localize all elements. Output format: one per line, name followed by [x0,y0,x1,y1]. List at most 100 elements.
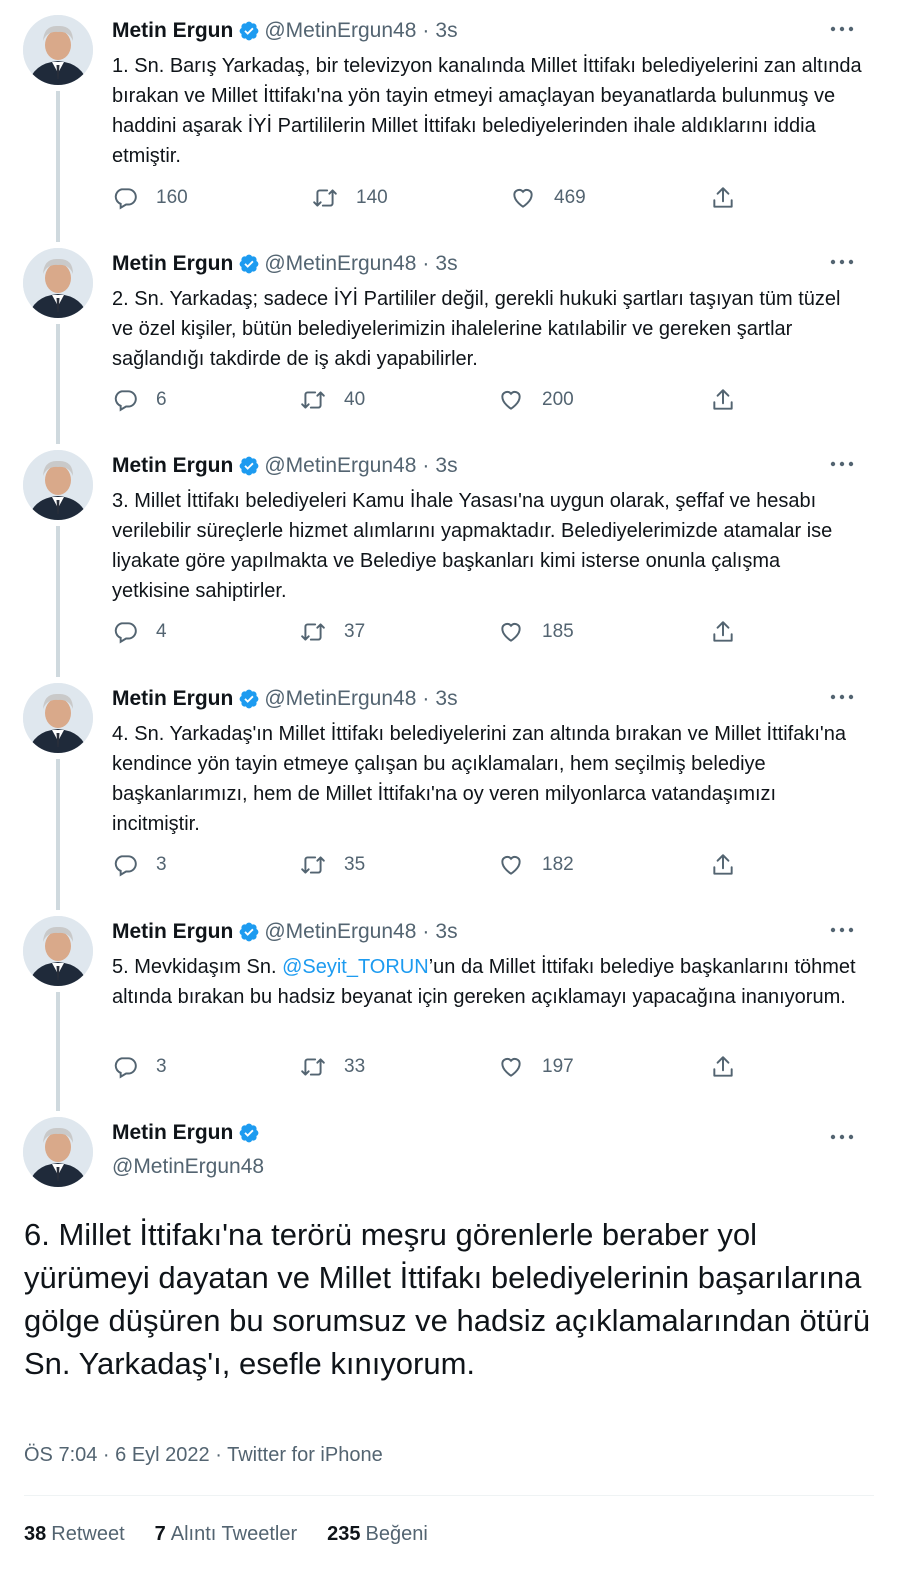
more-icon[interactable] [830,926,854,934]
retweet-icon [301,1058,325,1076]
like-count: 200 [542,389,574,410]
retweet-button[interactable]: 40 [300,387,365,413]
tweet-header: Metin Ergun @MetinErgun48 · 3s [112,252,458,276]
tweet-text: 1. Sn. Barış Yarkadaş, bir televizyon ka… [112,51,862,171]
share-button[interactable] [710,852,754,878]
like-stat[interactable]: 235 Beğeni [327,1523,428,1546]
author-handle[interactable]: @MetinErgun48 [264,687,416,711]
reply-button[interactable]: 4 [112,619,167,645]
reply-count: 160 [156,187,188,208]
author-name[interactable]: Metin Ergun [112,1121,233,1145]
reply-button[interactable]: 160 [112,185,188,211]
more-icon[interactable] [830,1133,854,1141]
avatar[interactable] [23,450,93,520]
author-handle[interactable]: @MetinErgun48 [112,1155,264,1179]
tweet-timestamp[interactable]: ÖS 7:04 · 6 Eyl 2022 · Twitter for iPhon… [24,1444,383,1467]
share-button[interactable] [710,619,754,645]
divider [24,1495,874,1496]
like-button[interactable]: 185 [498,619,574,645]
tweet-actions: 6 40 200 [112,387,752,419]
author-name[interactable]: Metin Ergun [112,454,233,478]
tweet-time[interactable]: 3s [435,19,457,43]
heart-icon [501,1057,521,1077]
author-name[interactable]: Metin Ergun [112,687,233,711]
avatar[interactable] [23,15,93,85]
share-icon [713,187,733,208]
tweet-text-segment: 2. Sn. Yarkadaş; sadece İYİ Partililer d… [112,288,841,370]
tweet-header: Metin Ergun @MetinErgun48 · 3s [112,687,458,711]
tweet-header: Metin Ergun [112,1121,264,1145]
quote-stat[interactable]: 7 Alıntı Tweetler [155,1523,297,1546]
tweet-text: 5. Mevkidaşım Sn. @Seyit_TORUN’un da Mil… [112,952,862,1012]
retweet-icon [301,623,325,641]
thread-connector [56,91,60,242]
like-button[interactable]: 197 [498,1054,574,1080]
author-handle[interactable]: @MetinErgun48 [264,252,416,276]
author-handle[interactable]: @MetinErgun48 [264,19,416,43]
avatar[interactable] [23,683,93,753]
share-button[interactable] [710,185,754,211]
author-name[interactable]: Metin Ergun [112,19,233,43]
more-icon[interactable] [830,460,854,468]
author-name[interactable]: Metin Ergun [112,920,233,944]
more-icon[interactable] [830,25,854,33]
tweet-text: 2. Sn. Yarkadaş; sadece İYİ Partililer d… [112,284,862,374]
retweet-button[interactable]: 37 [300,619,365,645]
tweet-time[interactable]: 3s [435,252,457,276]
retweet-count: 33 [344,1056,366,1077]
avatar[interactable] [23,1117,93,1187]
retweet-icon [301,856,325,874]
thread-connector [56,759,60,910]
tweet-time[interactable]: 3s [435,454,457,478]
tweet-header: Metin Ergun @MetinErgun48 · 3s [112,920,458,944]
mention-link[interactable]: @Seyit_TORUN [282,956,429,978]
verified-badge-icon [239,21,259,41]
tweet-time[interactable]: 3s [435,687,457,711]
avatar[interactable] [23,916,93,986]
author-handle[interactable]: @MetinErgun48 [264,920,416,944]
like-count: 182 [542,854,574,875]
heart-icon [501,855,521,875]
retweet-count: 140 [356,187,388,208]
separator-dot: · [422,454,430,477]
share-button[interactable] [710,1054,754,1080]
reply-button[interactable]: 6 [112,387,167,413]
like-count: 197 [542,1056,574,1077]
tweet-text: 4. Sn. Yarkadaş'ın Millet İttifakı beled… [112,719,862,839]
tweet-text-segment: 4. Sn. Yarkadaş'ın Millet İttifakı beled… [112,723,846,835]
tweet-text-segment: 5. Mevkidaşım Sn. [112,956,283,978]
separator-dot: · [422,920,430,943]
more-icon[interactable] [830,258,854,266]
reply-button[interactable]: 3 [112,852,167,878]
retweet-button[interactable]: 35 [300,852,365,878]
retweet-button[interactable]: 140 [312,185,388,211]
retweet-count: 37 [344,621,366,642]
tweet-actions: 3 35 182 [112,852,752,884]
author-name[interactable]: Metin Ergun [112,252,233,276]
author-handle[interactable]: @MetinErgun48 [264,454,416,478]
heart-icon [513,188,533,208]
like-button[interactable]: 182 [498,852,574,878]
tweet-text-segment: 1. Sn. Barış Yarkadaş, bir televizyon ka… [112,55,862,167]
share-icon [713,854,733,875]
tweet-stats: 38 Retweet 7 Alıntı Tweetler 235 Beğeni [24,1523,428,1546]
thread-connector [56,526,60,677]
avatar[interactable] [23,248,93,318]
separator-dot: · [422,687,430,710]
share-button[interactable] [710,387,754,413]
share-icon [713,389,733,410]
reply-button[interactable]: 3 [112,1054,167,1080]
like-button[interactable]: 200 [498,387,574,413]
reply-count: 6 [156,389,167,410]
retweet-count: 35 [344,854,366,875]
reply-count: 3 [156,1056,167,1077]
like-count: 469 [554,187,586,208]
reply-icon [114,622,137,644]
reply-icon [114,855,137,877]
tweet-text-segment: 3. Millet İttifakı belediyeleri Kamu İha… [112,490,833,602]
retweet-stat[interactable]: 38 Retweet [24,1523,125,1546]
tweet-time[interactable]: 3s [435,920,457,944]
retweet-button[interactable]: 33 [300,1054,365,1080]
like-button[interactable]: 469 [510,185,586,211]
more-icon[interactable] [830,693,854,701]
